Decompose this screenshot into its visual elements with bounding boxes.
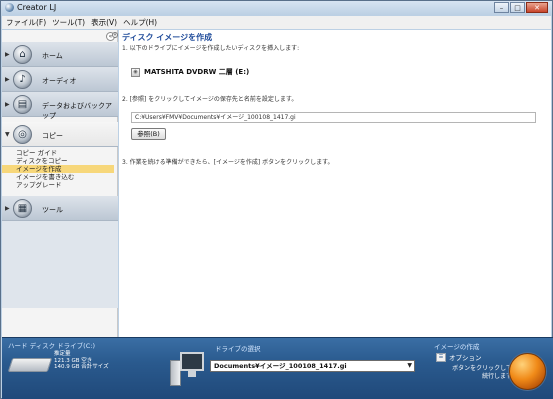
subitem-copy-disc[interactable]: ディスクをコピー xyxy=(2,157,118,165)
subitem-burn-image[interactable]: イメージを書き込む xyxy=(2,173,118,181)
subitem-create-image[interactable]: イメージを作成 xyxy=(2,165,114,173)
window-title: Creator LJ xyxy=(17,3,57,12)
chevron-down-icon[interactable]: ▼ xyxy=(407,361,412,371)
maximize-button[interactable]: □ xyxy=(510,2,525,13)
options-icon: ☰ xyxy=(436,352,446,362)
window-controls: – □ ✕ xyxy=(494,2,548,13)
destination-drive-select[interactable]: Documents¥イメージ_100108_1417.gi ▼ xyxy=(210,360,415,372)
drive-selection-title: ドライブの選択 xyxy=(215,345,261,353)
disc-drive-icon: ◉ xyxy=(131,67,140,77)
sidebar-item-backup[interactable]: ▶ ▤ データおよびバックアップ xyxy=(2,92,118,120)
sidebar-lower-area: ▶ ▦ ツール xyxy=(2,196,118,308)
options-button[interactable]: ☰ オプション xyxy=(436,352,482,362)
sidebar-item-label: オーディオ xyxy=(42,77,77,85)
options-label: オプション xyxy=(449,354,482,362)
app-logo-icon xyxy=(5,3,14,12)
hard-drive-icon xyxy=(7,358,53,372)
page-title: ディスク イメージを作成 xyxy=(122,33,213,42)
sidebar-item-label: ツール xyxy=(42,206,63,214)
sidebar-item-tools[interactable]: ▶ ▦ ツール xyxy=(2,196,118,221)
menu-help[interactable]: ヘルプ(H) xyxy=(123,17,157,28)
source-drive: ◉ MATSHITA DVDRW 二層 (E:) xyxy=(131,67,249,77)
sidebar: « ▶ ⌂ ホーム ▶ ♪ オーディオ ▶ ▤ データおよびバックアップ ▼ ◎… xyxy=(2,30,118,337)
menu-file[interactable]: ファイル(F) xyxy=(6,17,46,28)
backup-icon: ▤ xyxy=(13,95,32,114)
title-bar: Creator LJ – □ ✕ xyxy=(1,1,552,15)
expand-arrow-icon: ▶ xyxy=(5,205,10,212)
app-window: Creator LJ – □ ✕ ファイル(F) ツール(T) 表示(V) ヘル… xyxy=(0,0,553,399)
source-drive-label: MATSHITA DVDRW 二層 (E:) xyxy=(144,68,250,76)
expand-arrow-icon: ▶ xyxy=(5,76,10,83)
expand-arrow-icon: ▶ xyxy=(5,51,10,58)
sidebar-item-audio[interactable]: ▶ ♪ オーディオ xyxy=(2,67,118,92)
hdd-total-size: 140.9 GB 合計サイズ xyxy=(54,364,109,370)
panel-toggle-icon[interactable]: « xyxy=(112,32,118,38)
close-button[interactable]: ✕ xyxy=(526,2,548,13)
hdd-title: ハード ディスク ドライブ(C:) xyxy=(8,342,95,350)
menu-tools[interactable]: ツール(T) xyxy=(52,17,85,28)
destination-drive-value: Documents¥イメージ_100108_1417.gi xyxy=(214,362,347,370)
subitem-copy-guide[interactable]: コピー ガイド xyxy=(2,149,118,157)
copy-disc-icon: ◎ xyxy=(13,125,32,144)
copy-submenu: コピー ガイド ディスクをコピー イメージを作成 イメージを書き込む アップグレ… xyxy=(2,149,118,189)
sidebar-item-label: ホーム xyxy=(42,52,63,60)
menu-view[interactable]: 表示(V) xyxy=(91,17,117,28)
sidebar-item-label: データおよびバックアップ xyxy=(42,102,112,120)
sidebar-item-home[interactable]: ▶ ⌂ ホーム xyxy=(2,42,118,67)
sidebar-item-label: コピー xyxy=(42,132,63,140)
browse-button[interactable]: 参照(B) xyxy=(131,128,166,140)
hdd-info: 推定量 121.3 GB 空き 140.9 GB 合計サイズ xyxy=(54,351,109,371)
home-icon: ⌂ xyxy=(13,45,32,64)
create-hint-text: ボタンをクリックして 続行します xyxy=(452,365,512,380)
collapse-arrow-icon: ▼ xyxy=(5,131,10,138)
create-image-title: イメージの作成 xyxy=(434,343,480,351)
step-2-text: 2. [参照] をクリックしてイメージの保存先と名前を設定します。 xyxy=(122,96,298,103)
image-path-field[interactable]: C:¥Users¥FMV¥Documents¥イメージ_100108_1417.… xyxy=(131,112,536,123)
sidebar-item-copy[interactable]: ▼ ◎ コピー xyxy=(2,122,118,147)
step-3-text: 3. 作業を続ける準備ができたら、[イメージを作成] ボタンをクリックします。 xyxy=(122,159,334,166)
computer-icon xyxy=(170,352,204,392)
tools-icon: ▦ xyxy=(13,199,32,218)
subitem-upgrade[interactable]: アップグレード xyxy=(2,181,118,189)
step-1-text: 1. 以下のドライブにイメージを作成したいディスクを挿入します: xyxy=(122,45,300,52)
status-bar: ハード ディスク ドライブ(C:) 推定量 121.3 GB 空き 140.9 … xyxy=(2,337,553,399)
minimize-button[interactable]: – xyxy=(494,2,509,13)
menu-bar: ファイル(F) ツール(T) 表示(V) ヘルプ(H) xyxy=(2,16,551,29)
create-image-button[interactable] xyxy=(509,353,546,390)
headphones-icon: ♪ xyxy=(13,70,32,89)
expand-arrow-icon: ▶ xyxy=(5,101,10,108)
main-panel: « ディスク イメージを作成 1. 以下のドライブにイメージを作成したいディスク… xyxy=(112,30,551,337)
